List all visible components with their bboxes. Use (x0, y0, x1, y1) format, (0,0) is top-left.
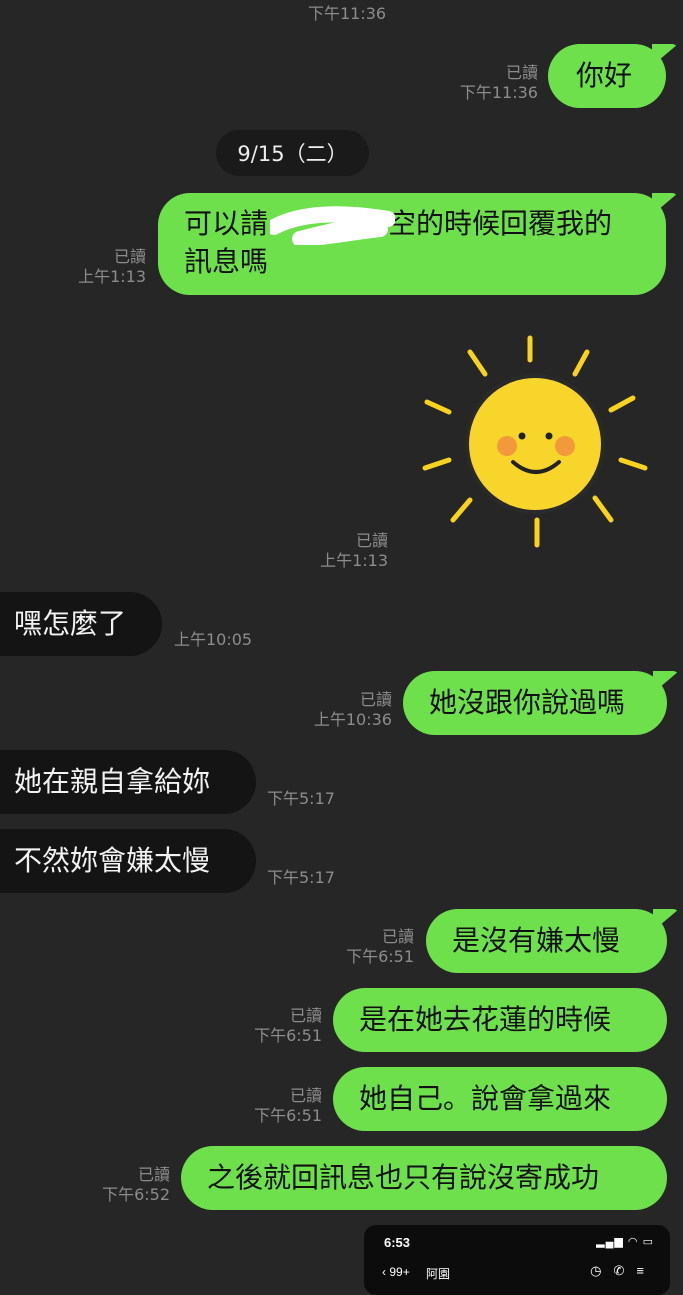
timestamp: 下午6:51 (254, 1026, 322, 1045)
redaction-scribble (270, 206, 395, 245)
timestamp: 下午6:51 (346, 947, 414, 966)
incoming-message[interactable]: 嘿怎麼了 (0, 592, 162, 656)
phone-icon[interactable]: ✆ (614, 1263, 637, 1278)
read-receipt: 已讀 (289, 1006, 322, 1025)
read-receipt: 已讀 (289, 1086, 322, 1105)
message-line: 訊息嗎 (184, 245, 269, 278)
outgoing-message[interactable]: 你好 (548, 44, 666, 108)
sun-sticker[interactable] (415, 330, 655, 555)
unread-count: 99+ (389, 1265, 410, 1279)
menu-icon[interactable]: ≡ (636, 1263, 656, 1278)
read-receipt: 已讀 (505, 63, 538, 82)
read-receipt: 已讀 (137, 1165, 170, 1184)
outgoing-message[interactable]: 可以請 空的時候回覆我的 訊息嗎 (158, 193, 666, 295)
timestamp: 下午5:17 (267, 868, 335, 887)
header-actions: ◷✆≡ (590, 1263, 656, 1279)
outgoing-message[interactable]: 她沒跟你說過嗎 (403, 671, 667, 735)
outgoing-message[interactable]: 是在她去花蓮的時候 (333, 988, 667, 1052)
timestamp: 下午6:52 (102, 1185, 170, 1204)
timestamp: 下午6:51 (254, 1106, 322, 1125)
outgoing-message[interactable]: 她自己。說會拿過來 (333, 1067, 667, 1131)
timestamp: 上午10:36 (313, 710, 392, 729)
timestamp: 下午11:36 (459, 83, 538, 102)
read-receipt: 已讀 (355, 531, 388, 550)
read-receipt: 已讀 (359, 690, 392, 709)
chevron-left-icon: ‹ (382, 1265, 386, 1279)
timestamp: 上午10:05 (174, 630, 253, 649)
embedded-phone-screenshot: 6:53 ▂▄▆ ◠ ▭ ‹ 99+ 阿園 ◷✆≡ (364, 1225, 670, 1295)
contact-name: 阿園 (426, 1267, 451, 1281)
date-separator: 9/15（二） (216, 130, 369, 176)
battery-icon: ▭ (642, 1236, 654, 1248)
outgoing-message[interactable]: 之後就回訊息也只有說沒寄成功 (181, 1146, 667, 1210)
timestamp: 下午11:36 (308, 4, 387, 23)
status-icons: ▂▄▆ ◠ ▭ (596, 1235, 654, 1248)
read-receipt: 已讀 (113, 247, 146, 266)
message-line: 可以請 (184, 207, 269, 240)
message-line: 空的時候回覆我的 (388, 207, 613, 240)
status-clock: 6:53 (384, 1235, 411, 1250)
timestamp: 下午5:17 (267, 789, 335, 808)
wifi-icon: ◠ (627, 1236, 639, 1248)
outgoing-message[interactable]: 是沒有嫌太慢 (426, 909, 667, 973)
read-receipt: 已讀 (381, 927, 414, 946)
signal-icon: ▂▄▆ (596, 1236, 624, 1248)
timestamp: 上午1:13 (78, 267, 146, 286)
timestamp: 上午1:13 (320, 551, 388, 570)
back-button[interactable]: ‹ 99+ (382, 1265, 410, 1279)
incoming-message[interactable]: 她在親自拿給妳 (0, 750, 256, 814)
incoming-message[interactable]: 不然妳會嫌太慢 (0, 829, 256, 893)
clock-icon[interactable]: ◷ (590, 1263, 613, 1278)
